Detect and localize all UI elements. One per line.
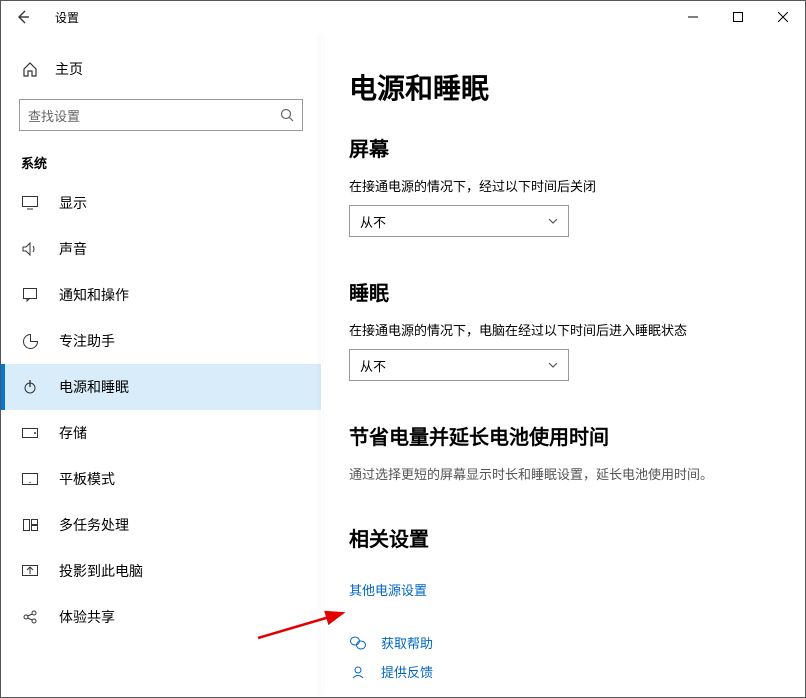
sidebar-item-storage[interactable]: 存储	[1, 410, 321, 456]
sidebar-item-share[interactable]: 体验共享	[1, 594, 321, 640]
storage-icon	[21, 428, 39, 438]
give-feedback-link[interactable]: 提供反馈	[349, 662, 777, 681]
sidebar-item-display[interactable]: 显示	[1, 180, 321, 226]
chevron-down-icon	[548, 362, 558, 368]
sidebar-item-label: 存储	[59, 423, 87, 443]
sidebar-item-label: 多任务处理	[59, 515, 129, 535]
project-icon	[21, 565, 39, 577]
back-arrow-icon	[16, 10, 30, 24]
display-icon	[21, 196, 39, 210]
content-area: 电源和睡眠 屏幕 在接通电源的情况下，经过以下时间后关闭 从不 睡眠 在接通电源…	[321, 33, 805, 697]
home-icon	[21, 61, 39, 77]
sidebar-item-label: 电源和睡眠	[59, 377, 129, 397]
dropdown-value: 从不	[360, 356, 548, 375]
sidebar-item-label: 通知和操作	[59, 285, 129, 305]
search-input[interactable]: 查找设置	[19, 99, 303, 131]
sidebar-item-tablet[interactable]: 平板模式	[1, 456, 321, 502]
search-placeholder: 查找设置	[28, 106, 280, 125]
power-icon	[21, 380, 39, 394]
help-icon	[349, 636, 367, 650]
sidebar-item-sound[interactable]: 声音	[1, 226, 321, 272]
sidebar-item-focus[interactable]: 专注助手	[1, 318, 321, 364]
sidebar-item-label: 平板模式	[59, 469, 115, 489]
focus-icon	[21, 334, 39, 349]
sidebar-item-label: 显示	[59, 193, 87, 213]
sidebar: 主页 查找设置 系统 显示 声音 通知和操作	[1, 33, 321, 697]
page-title: 电源和睡眠	[349, 67, 777, 107]
battery-heading: 节省电量并延长电池使用时间	[349, 421, 777, 450]
sleep-timeout-dropdown[interactable]: 从不	[349, 349, 569, 381]
sidebar-item-power[interactable]: 电源和睡眠	[1, 364, 321, 410]
maximize-icon	[733, 12, 743, 22]
sound-icon	[21, 242, 39, 256]
sleep-heading: 睡眠	[349, 277, 777, 306]
chevron-down-icon	[548, 218, 558, 224]
sidebar-item-label: 投影到此电脑	[59, 561, 143, 581]
battery-desc: 通过选择更短的屏幕显示时长和睡眠设置，延长电池使用时间。	[349, 464, 777, 483]
related-heading: 相关设置	[349, 523, 777, 552]
sidebar-item-notifications[interactable]: 通知和操作	[1, 272, 321, 318]
notify-icon	[21, 288, 39, 302]
maximize-button[interactable]	[715, 2, 760, 32]
close-icon	[778, 12, 788, 22]
get-help-label: 获取帮助	[381, 633, 433, 652]
sidebar-item-label: 体验共享	[59, 607, 115, 627]
window-title: 设置	[55, 9, 79, 26]
home-link[interactable]: 主页	[1, 51, 321, 87]
other-power-settings-link[interactable]: 其他电源设置	[349, 580, 427, 599]
minimize-icon	[688, 12, 698, 22]
home-label: 主页	[55, 59, 83, 79]
multitask-icon	[21, 519, 39, 531]
titlebar: 设置	[1, 1, 805, 33]
sidebar-item-project[interactable]: 投影到此电脑	[1, 548, 321, 594]
dropdown-value: 从不	[360, 212, 548, 231]
close-button[interactable]	[760, 2, 805, 32]
feedback-icon	[349, 665, 367, 679]
share-icon	[21, 610, 39, 624]
back-button[interactable]	[9, 3, 37, 31]
screen-heading: 屏幕	[349, 133, 777, 162]
give-feedback-label: 提供反馈	[381, 662, 433, 681]
tablet-icon	[21, 473, 39, 485]
sidebar-item-multitask[interactable]: 多任务处理	[1, 502, 321, 548]
sidebar-group-label: 系统	[1, 137, 321, 180]
sidebar-item-label: 专注助手	[59, 331, 115, 351]
minimize-button[interactable]	[670, 2, 715, 32]
get-help-link[interactable]: 获取帮助	[349, 633, 777, 652]
screen-timeout-dropdown[interactable]: 从不	[349, 205, 569, 237]
sidebar-item-label: 声音	[59, 239, 87, 259]
sleep-desc: 在接通电源的情况下，电脑在经过以下时间后进入睡眠状态	[349, 320, 777, 339]
screen-desc: 在接通电源的情况下，经过以下时间后关闭	[349, 176, 777, 195]
search-icon	[280, 108, 294, 122]
